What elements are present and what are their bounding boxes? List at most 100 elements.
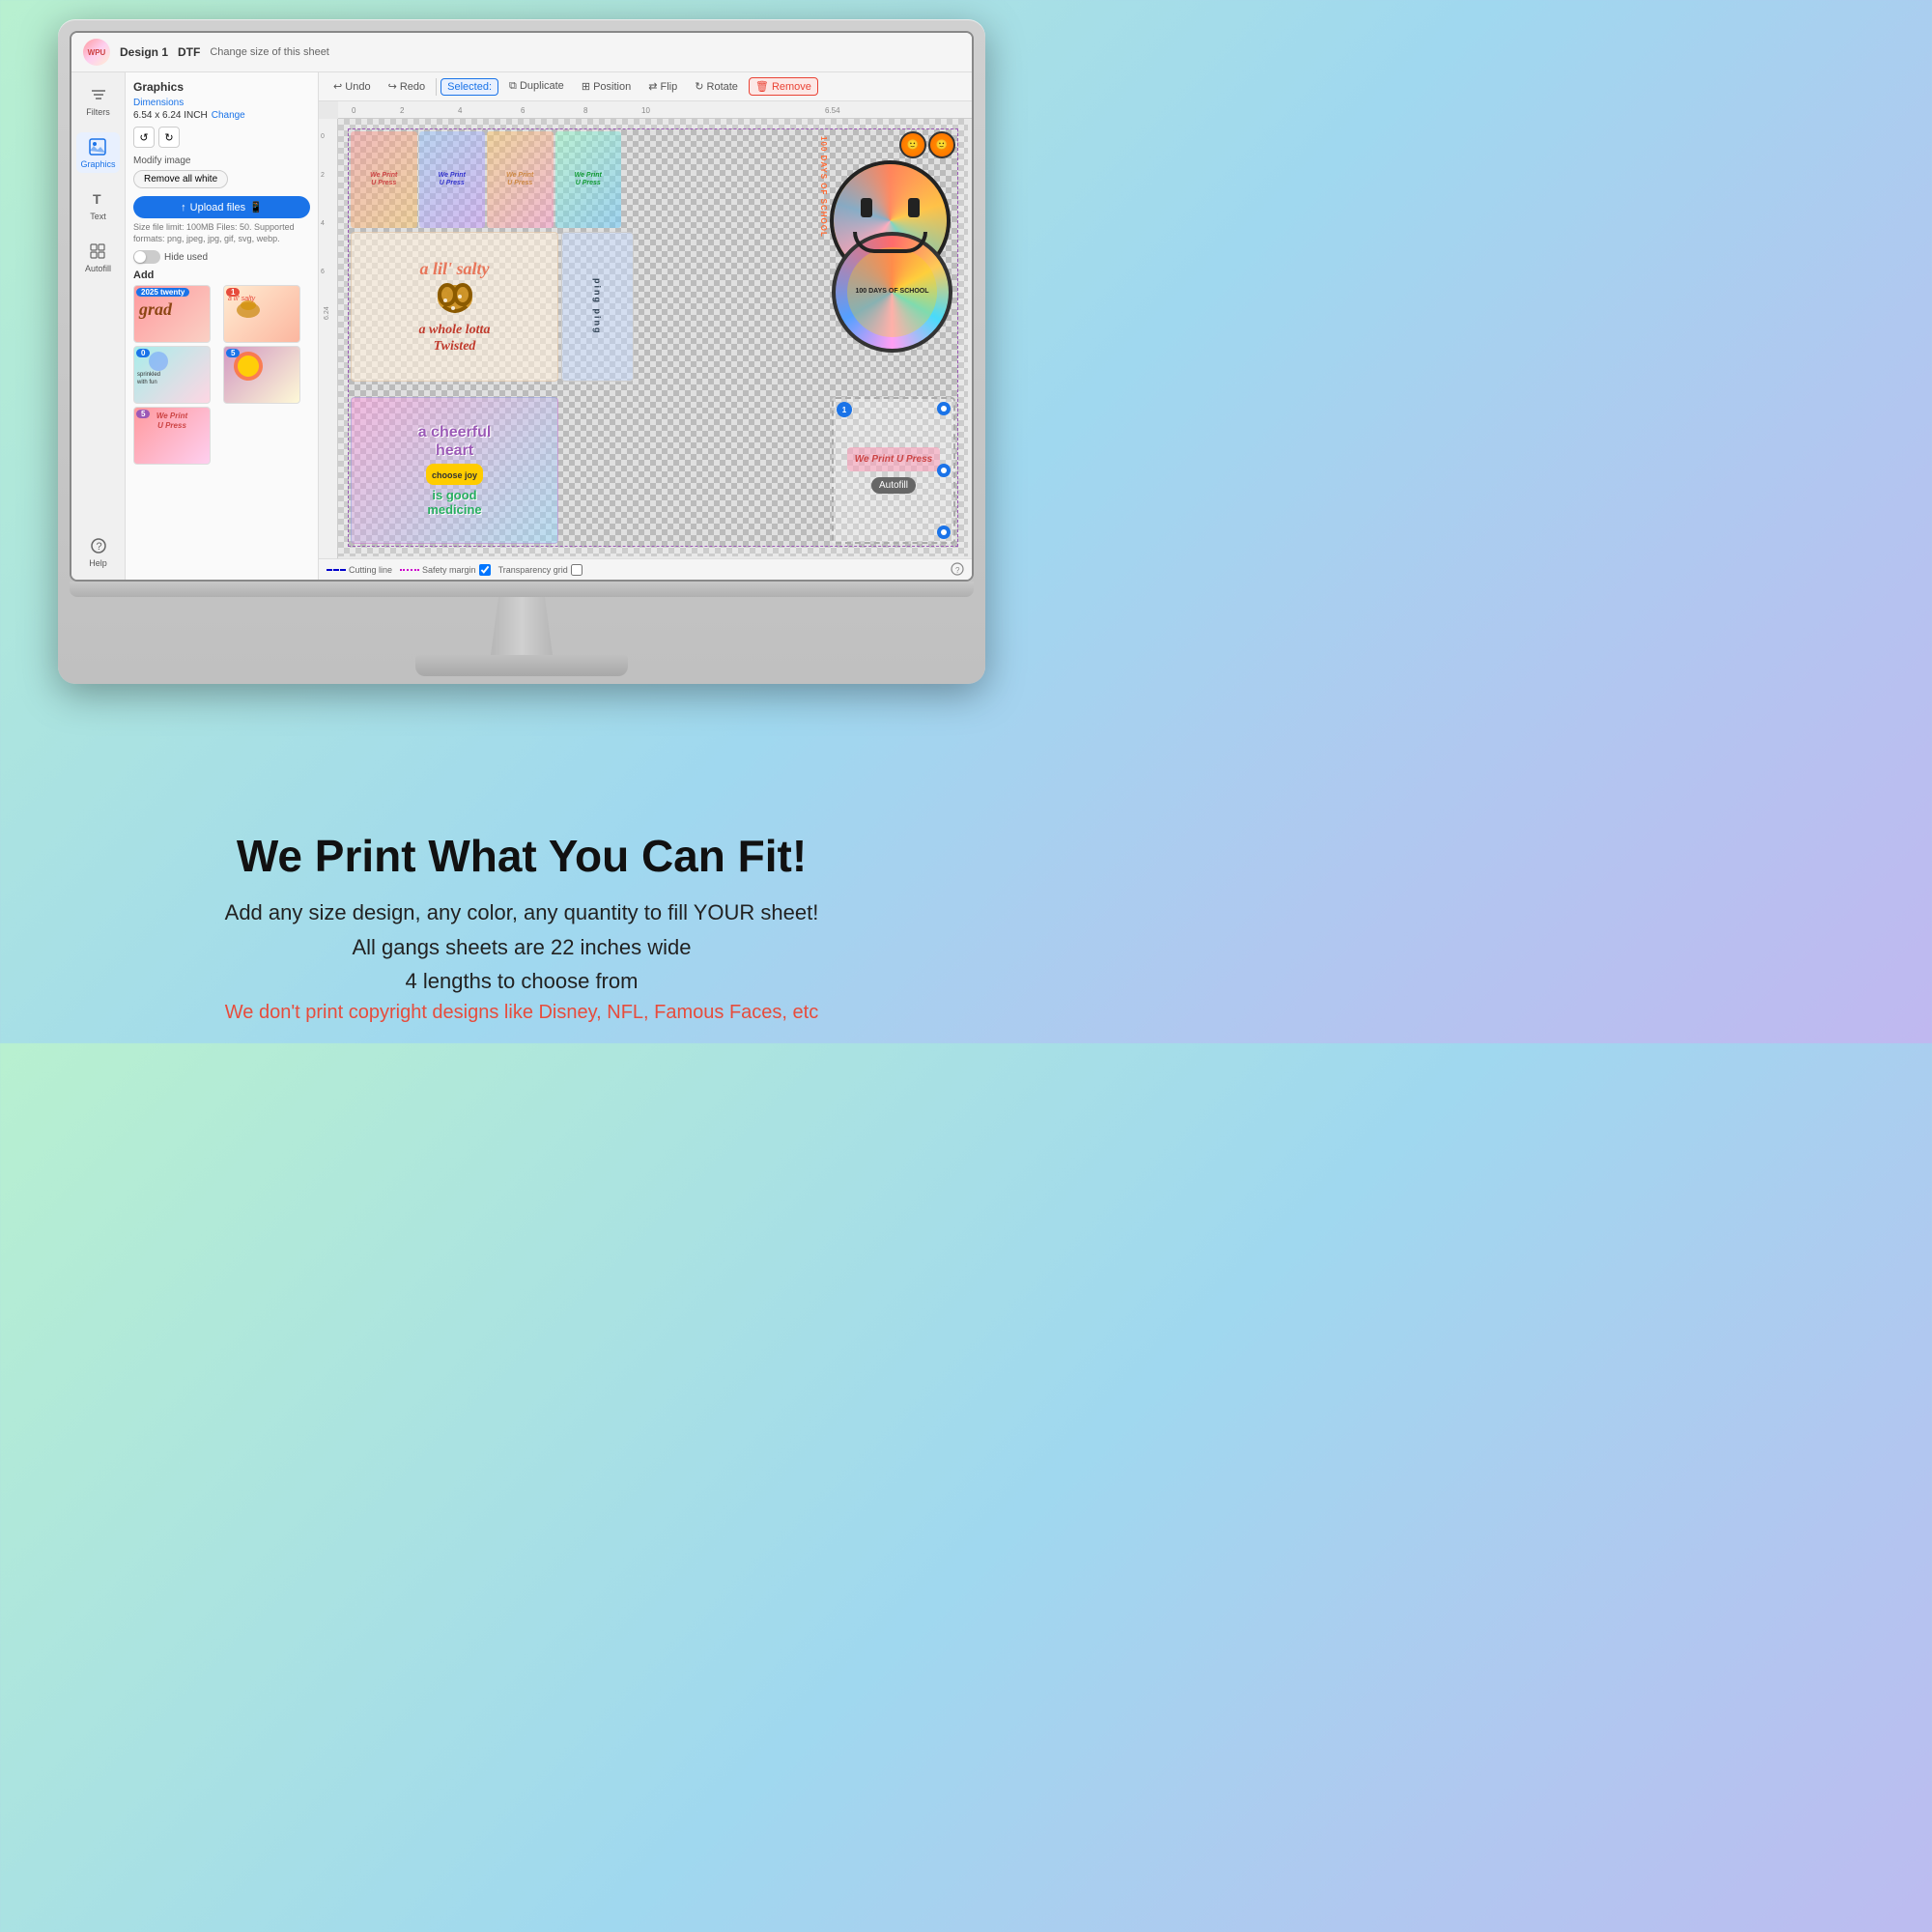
top-bar: WPU Design 1 DTF Change size of this she… xyxy=(71,33,972,72)
svg-text:6.24: 6.24 xyxy=(324,306,330,320)
autofill-btn[interactable]: Autofill xyxy=(871,477,916,494)
sidebar-text-label: Text xyxy=(90,212,106,221)
monitor-stand-base xyxy=(415,655,628,676)
status-bar: Cutting line Safety margin Transparency … xyxy=(319,558,972,580)
filter-icon xyxy=(88,84,109,105)
autofill-section: We Print U Press xyxy=(832,397,955,544)
cheerful-text: a cheerfulheart xyxy=(418,423,492,460)
duplicate-btn[interactable]: ⧉ Duplicate xyxy=(502,77,571,96)
svg-text:grad: grad xyxy=(138,299,173,319)
hide-used-label: Hide used xyxy=(164,252,208,263)
dimensions-row: 6.54 x 6.24 INCH Change xyxy=(133,110,310,121)
upload-btn-label: Upload files xyxy=(190,202,245,213)
monitor-wrapper: WPU Design 1 DTF Change size of this she… xyxy=(58,19,985,684)
panel-section-title: Graphics xyxy=(133,80,310,94)
upload-icon: ↑ xyxy=(181,202,186,213)
thumbnail-grad[interactable]: 2025 twenty grad xyxy=(133,285,211,343)
file-info: Size file limit: 100MB Files: 50. Suppor… xyxy=(133,222,310,244)
sidebar-item-filters[interactable]: Filters xyxy=(82,80,114,121)
svg-text:0: 0 xyxy=(321,133,325,140)
transparency-grid-legend: Transparency grid xyxy=(498,564,582,576)
svg-text:a lil' salty: a lil' salty xyxy=(228,296,256,302)
pretzel-text-1: a lil' salty xyxy=(420,259,490,279)
thumbnail-lil-salty[interactable]: 1 a lil' salty xyxy=(223,285,300,343)
choose-joy-badge: choose joy xyxy=(426,464,483,485)
rotate-btn[interactable]: ↻ Rotate xyxy=(688,77,745,96)
good-medicine-text: is goodmedicine xyxy=(418,488,492,518)
cutting-line-legend: Cutting line xyxy=(327,565,392,575)
svg-text:?: ? xyxy=(96,541,101,553)
svg-text:with fun: with fun xyxy=(136,380,157,385)
safety-margin-legend: Safety margin xyxy=(400,564,491,576)
dimensions-value: 6.54 x 6.24 INCH xyxy=(133,110,208,121)
thumb-badge-sprinkled: 0 xyxy=(136,349,150,357)
svg-text:6: 6 xyxy=(321,269,325,275)
app-logo: WPU xyxy=(83,39,110,66)
toolbar-sep-1 xyxy=(436,78,437,96)
modify-image-label: Modify image xyxy=(133,156,310,166)
smiley-mini-2: 🙂 xyxy=(928,131,955,158)
design-canvas[interactable]: We PrintU Press We PrintU Press We Print… xyxy=(348,128,958,547)
subtext-line1: Add any size design, any color, any quan… xyxy=(225,895,819,929)
selected-btn[interactable]: Selected: xyxy=(440,78,498,96)
hide-used-row: Hide used xyxy=(133,250,310,264)
monitor-outer: WPU Design 1 DTF Change size of this she… xyxy=(58,19,985,684)
thumbnail-we-print[interactable]: 5 We PrintU Press xyxy=(133,407,211,465)
monitor-stand-neck xyxy=(483,597,560,655)
svg-text:10: 10 xyxy=(641,106,650,115)
upload-files-btn[interactable]: ↑ Upload files 📱 xyxy=(133,196,310,218)
canvas-content[interactable]: We PrintU Press We PrintU Press We Print… xyxy=(338,119,968,556)
resize-handle-r[interactable] xyxy=(937,464,951,477)
transparency-grid-checkbox[interactable] xyxy=(571,564,582,576)
remove-btn[interactable]: 🗑 Remove xyxy=(749,77,818,96)
days-text-vert: 100 DAYS OF SCHOOL xyxy=(810,136,828,349)
sidebar-item-graphics[interactable]: Graphics xyxy=(76,132,119,173)
safety-line-icon xyxy=(400,569,419,571)
main-layout: Filters Graphics xyxy=(71,72,972,580)
sidebar-graphics-label: Graphics xyxy=(80,159,115,169)
resize-handle-br[interactable] xyxy=(937,526,951,539)
sidebar: Filters Graphics xyxy=(71,72,126,580)
svg-text:2: 2 xyxy=(321,172,325,179)
sidebar-item-autofill[interactable]: Autofill xyxy=(81,237,115,277)
autofill-count: 1 xyxy=(837,402,852,417)
ping-section: ping ping xyxy=(561,232,634,382)
thumbnail-sprinkled[interactable]: 0 sprinkled with fun xyxy=(133,346,211,404)
logo-tile-2: We PrintU Press xyxy=(419,131,486,228)
undo-btn[interactable]: ↩ Undo xyxy=(327,77,378,96)
remove-white-btn[interactable]: Remove all white xyxy=(133,170,228,188)
svg-text:0: 0 xyxy=(352,106,356,115)
resize-handle-tr[interactable] xyxy=(937,402,951,415)
help-icon: ? xyxy=(88,535,109,556)
rotate-left-btn[interactable]: ↺ xyxy=(133,127,155,148)
monitor-screen: WPU Design 1 DTF Change size of this she… xyxy=(70,31,974,582)
days-circle-text: 100 DAYS OF SCHOOL xyxy=(856,288,929,296)
sidebar-item-help[interactable]: ? Help xyxy=(84,531,113,572)
grid-icon xyxy=(87,241,108,262)
flip-btn[interactable]: ⇄ Flip xyxy=(641,77,684,96)
svg-text:4: 4 xyxy=(321,220,325,227)
rotate-right-btn[interactable]: ↻ xyxy=(158,127,180,148)
hide-used-toggle[interactable] xyxy=(133,250,160,264)
bottom-text-area: We Print What You Can Fit! Add any size … xyxy=(0,705,1043,1043)
help-circle[interactable]: ? xyxy=(951,562,964,578)
change-dimensions-btn[interactable]: Change xyxy=(212,110,245,121)
subtext-block: Add any size design, any color, any quan… xyxy=(225,895,819,998)
sidebar-item-text[interactable]: T Text xyxy=(84,185,113,225)
position-btn[interactable]: ⊞ Position xyxy=(575,77,638,96)
thumbnails-grid: 2025 twenty grad 1 a lil' salty xyxy=(133,285,310,465)
safety-margin-label: Safety margin xyxy=(422,565,476,575)
safety-margin-checkbox[interactable] xyxy=(479,564,491,576)
pretzel-section: a lil' salty xyxy=(351,232,558,382)
dimensions-label: Dimensions xyxy=(133,98,310,108)
we-print-mini-text: We Print U Press xyxy=(855,453,932,466)
transparency-grid-label: Transparency grid xyxy=(498,565,568,575)
pretzel-svg xyxy=(426,279,484,323)
redo-btn[interactable]: ↪ Redo xyxy=(382,77,433,96)
text-icon: T xyxy=(88,188,109,210)
days-circle-container: 100 DAYS OF SCHOOL xyxy=(832,232,955,382)
change-size-label[interactable]: Change size of this sheet xyxy=(210,46,329,58)
autofill-logo: We Print U Press xyxy=(847,447,940,471)
thumbnail-school[interactable]: 5 xyxy=(223,346,300,404)
svg-text:2: 2 xyxy=(400,106,405,115)
